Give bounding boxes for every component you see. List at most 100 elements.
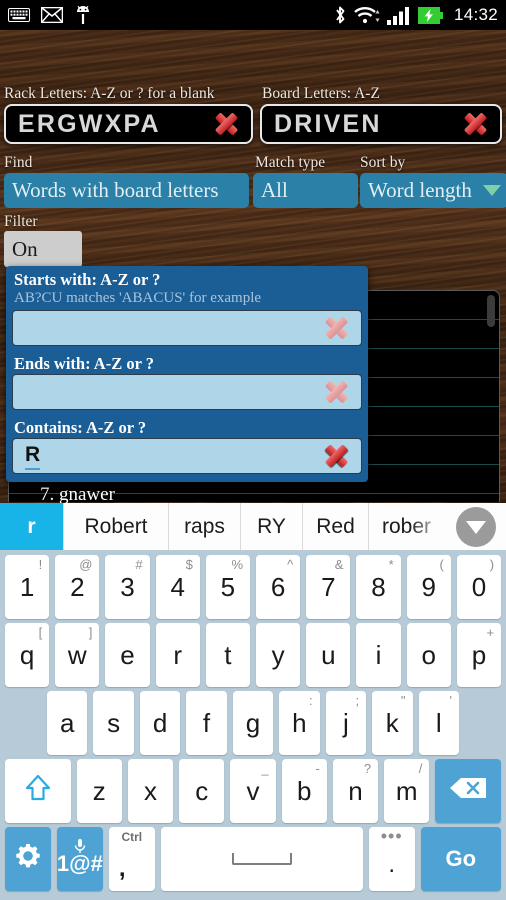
key-d[interactable]: d — [139, 691, 181, 755]
suggestion-item[interactable]: raps — [169, 503, 241, 550]
rack-letters-field[interactable]: ERGWXPA — [4, 104, 253, 144]
key-m[interactable]: / m — [384, 759, 430, 823]
key-r[interactable]: r — [155, 623, 200, 687]
row-spacer-right — [462, 691, 504, 755]
key-0[interactable]: ) 0 — [456, 555, 502, 619]
suggestion-label: raps — [184, 514, 225, 538]
clear-contains-icon[interactable] — [319, 441, 353, 471]
suggestion-item[interactable]: RY — [241, 503, 303, 550]
key-sup: - — [315, 761, 320, 776]
contains-value-wrap: R — [13, 443, 319, 470]
sort-by-spinner[interactable]: Word length — [360, 173, 506, 208]
go-key[interactable]: Go — [420, 827, 501, 891]
key-f[interactable]: f — [186, 691, 227, 755]
shift-key[interactable] — [5, 759, 71, 823]
results-scrollbar-thumb[interactable] — [487, 295, 495, 327]
key-label: h — [292, 707, 307, 738]
ends-with-field[interactable] — [12, 374, 362, 410]
backspace-key[interactable] — [435, 759, 501, 823]
contains-field[interactable]: R — [12, 438, 362, 474]
clear-board-letters-icon[interactable] — [458, 109, 492, 139]
key-p[interactable]: + p — [456, 623, 502, 687]
key-9[interactable]: (9 — [406, 555, 451, 619]
go-key-label: Go — [445, 846, 477, 871]
symbols-key[interactable]: 1@# — [56, 827, 103, 891]
key-g[interactable]: g — [232, 691, 274, 755]
clear-rack-letters-icon[interactable] — [209, 109, 243, 139]
key-c[interactable]: c — [179, 759, 225, 823]
key-label: z — [92, 775, 106, 806]
key-sup: " — [400, 693, 406, 708]
key-label: r — [173, 639, 183, 670]
key-x[interactable]: x — [127, 759, 174, 823]
rack-letters-value: ERGWXPA — [18, 109, 161, 138]
key-8[interactable]: * 8 — [356, 555, 401, 619]
suggestion-bar: r Robert raps RY Red rober — [0, 503, 506, 551]
key-label: o — [421, 639, 436, 670]
key-1[interactable]: ! 1 — [5, 555, 50, 619]
soft-keyboard: ! 1 @2 #3 $4 % 5 ^ 6 & 7 * 8 (9 ) 0 [q ] w e r … — [0, 551, 506, 900]
keyboard-settings-key[interactable] — [5, 827, 51, 891]
key-label: c — [195, 775, 209, 806]
key-5[interactable]: % 5 — [205, 555, 251, 619]
clear-starts-with-icon[interactable] — [319, 313, 353, 343]
key-k[interactable]: " k — [372, 691, 413, 755]
key-2[interactable]: @2 — [55, 555, 100, 619]
key-t[interactable]: t — [205, 623, 251, 687]
key-l[interactable]: ' l — [418, 691, 459, 755]
key-4[interactable]: $4 — [155, 555, 200, 619]
key-label: p — [471, 639, 487, 670]
key-v[interactable]: _ v — [230, 759, 276, 823]
key-i[interactable]: i — [356, 623, 401, 687]
starts-with-field[interactable] — [12, 310, 362, 346]
mic-icon — [57, 830, 103, 861]
key-7[interactable]: & 7 — [306, 555, 351, 619]
key-sup: + — [486, 625, 495, 640]
space-icon — [231, 853, 292, 865]
space-key[interactable] — [160, 827, 363, 891]
suggestion-item[interactable]: r — [0, 503, 64, 550]
key-h[interactable]: :h — [279, 691, 320, 755]
key-j[interactable]: ; j — [325, 691, 367, 755]
key-b[interactable]: -b — [281, 759, 327, 823]
status-bar: 14:32 — [0, 0, 506, 30]
key-3[interactable]: #3 — [105, 555, 150, 619]
key-6[interactable]: ^ 6 — [256, 555, 301, 619]
find-spinner[interactable]: Words with board letters — [4, 173, 249, 208]
key-n[interactable]: ? n — [332, 759, 379, 823]
key-u[interactable]: u — [306, 623, 351, 687]
key-sup: @ — [79, 557, 93, 572]
status-bar-right-icons: 14:32 — [333, 5, 506, 25]
key-label: v — [246, 775, 260, 806]
suggestion-item[interactable]: rober — [369, 503, 445, 550]
filter-toggle-button[interactable]: On — [4, 231, 82, 267]
suggestion-item[interactable]: Red — [303, 503, 369, 550]
key-s[interactable]: s — [93, 691, 134, 755]
match-type-label: Match type — [255, 154, 326, 171]
clear-ends-with-icon[interactable] — [319, 377, 353, 407]
key-a[interactable]: a — [47, 691, 88, 755]
period-key[interactable]: ••• . — [368, 827, 415, 891]
suggestion-label: rober — [381, 514, 432, 538]
board-letters-field[interactable]: DRIVEN — [260, 104, 502, 144]
match-type-spinner[interactable]: All — [253, 173, 358, 208]
starts-with-hint: AB?CU matches 'ABACUS' for example — [14, 290, 262, 306]
key-y[interactable]: y — [256, 623, 301, 687]
key-q[interactable]: [q — [5, 623, 50, 687]
key-label: y — [271, 639, 285, 670]
suggestion-item[interactable]: Robert — [64, 503, 169, 550]
suggestions-expand-button[interactable] — [446, 503, 506, 550]
key-label: l — [435, 707, 442, 738]
backspace-icon — [448, 776, 488, 807]
key-w[interactable]: ] w — [55, 623, 100, 687]
key-sup: / — [418, 761, 423, 776]
key-z[interactable]: z — [76, 759, 122, 823]
key-label: a — [59, 707, 75, 738]
key-e[interactable]: e — [105, 623, 150, 687]
gear-icon — [15, 843, 41, 876]
key-o[interactable]: o — [406, 623, 451, 687]
comma-key[interactable]: Ctrl , — [108, 827, 155, 891]
key-label: s — [107, 707, 121, 738]
key-label: 2 — [70, 571, 85, 602]
key-label: 9 — [421, 571, 436, 602]
